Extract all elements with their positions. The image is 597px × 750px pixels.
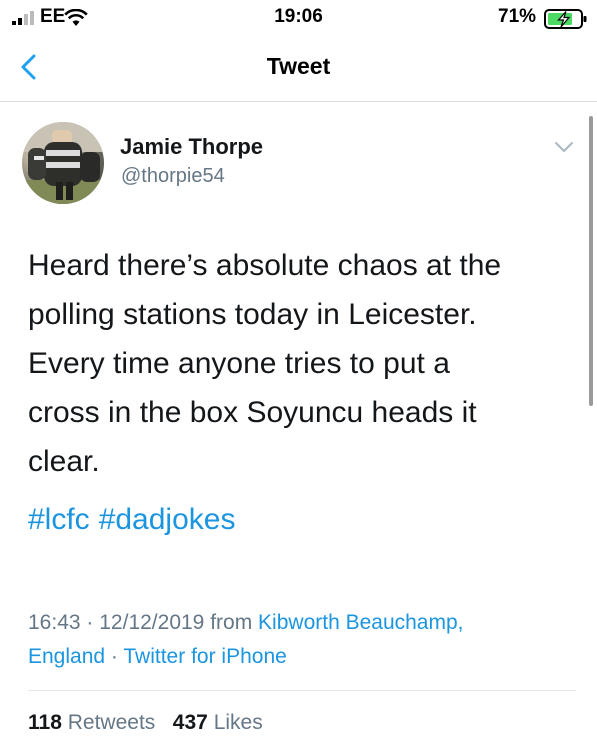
retweets-label[interactable]: Retweets [68, 711, 156, 734]
tweet-text-line: Every time anyone tries to put a [28, 347, 450, 380]
battery-charging-icon [544, 9, 587, 29]
meta-line-2: England · Twitter for iPhone [28, 640, 568, 674]
from-label: from [210, 611, 253, 634]
likes-count[interactable]: 437 [173, 711, 208, 734]
tweet-metadata: 16:43 · 12/12/2019 from Kibworth Beaucha… [28, 606, 568, 674]
location-link-cont[interactable]: England [28, 645, 105, 668]
separator: · [86, 611, 94, 634]
separator: · [110, 645, 118, 668]
client-link[interactable]: Twitter for iPhone [123, 645, 286, 668]
likes-label[interactable]: Likes [214, 711, 263, 734]
tweet-text: Heard there’s absolute chaos at the poll… [28, 241, 576, 486]
avatar[interactable] [22, 122, 104, 204]
page-title: Tweet [266, 53, 331, 79]
battery-percent: 71% [498, 6, 537, 27]
tweet-text-line: cross in the box Soyuncu heads it [28, 396, 477, 429]
tweet-text-line: polling stations today in Leicester. [28, 298, 477, 331]
author-handle[interactable]: @thorpie54 [121, 165, 225, 188]
location-link[interactable]: Kibworth Beauchamp, [258, 611, 463, 634]
author-name[interactable]: Jamie Thorpe [120, 134, 263, 160]
tweet-time: 16:43 [28, 611, 81, 634]
hashtags: #lcfc #dadjokes [28, 503, 244, 537]
status-bar: EE 19:06 71% [0, 0, 597, 36]
chevron-down-icon[interactable] [553, 140, 575, 154]
tweet-text-line: clear. [28, 445, 100, 478]
retweets-count[interactable]: 118 [28, 711, 62, 734]
scrollbar[interactable] [589, 116, 593, 406]
nav-divider [0, 101, 597, 102]
meta-line-1: 16:43 · 12/12/2019 from Kibworth Beaucha… [28, 606, 568, 640]
tweet-text-line: Heard there’s absolute chaos at the [28, 249, 502, 282]
hashtag-link[interactable]: #lcfc [28, 503, 90, 536]
tweet-stats: 118 Retweets 437 Likes [28, 711, 263, 735]
hashtag-link[interactable]: #dadjokes [99, 503, 236, 536]
tweet-date: 12/12/2019 [99, 611, 205, 634]
stats-divider [28, 690, 576, 691]
